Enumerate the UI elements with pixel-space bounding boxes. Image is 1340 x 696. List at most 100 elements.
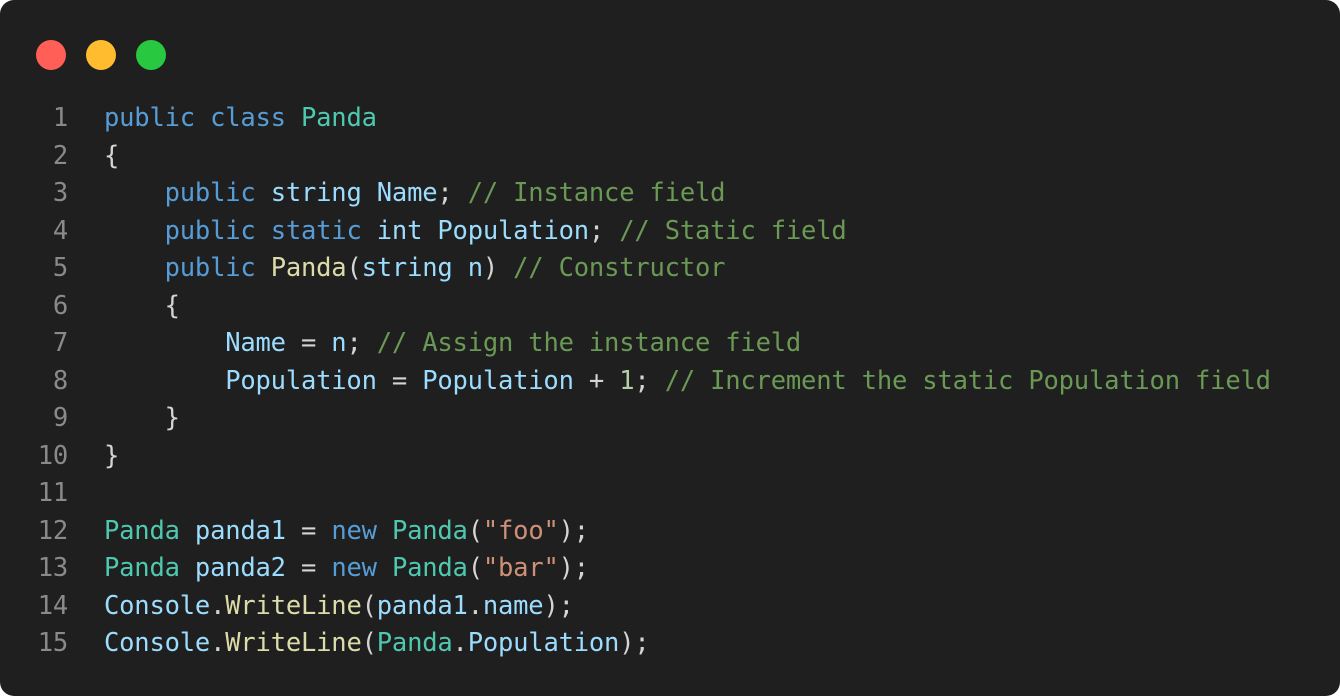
line-number: 6 bbox=[52, 290, 68, 321]
token-punctuation bbox=[362, 216, 377, 246]
token-identifier: Population bbox=[467, 628, 620, 658]
token-punctuation bbox=[195, 103, 210, 133]
line-source: } bbox=[104, 400, 180, 438]
token-punctuation bbox=[362, 178, 377, 208]
token-punctuation bbox=[104, 216, 165, 246]
token-punctuation bbox=[453, 253, 468, 283]
token-identifier: int bbox=[376, 215, 423, 246]
token-punctuation bbox=[377, 516, 392, 546]
token-keyword: public bbox=[164, 178, 256, 208]
line-source: Population = Population + 1; // Incremen… bbox=[104, 363, 1271, 401]
token-punctuation: { bbox=[104, 140, 120, 171]
token-identifier: panda2 bbox=[194, 553, 286, 583]
token-identifier: Population bbox=[422, 365, 574, 396]
line-source: } bbox=[104, 438, 119, 476]
token-identifier: Population bbox=[437, 215, 589, 246]
token-identifier: string bbox=[270, 178, 362, 208]
token-punctuation: ); bbox=[619, 628, 650, 658]
token-identifier: panda1 bbox=[376, 590, 468, 621]
line-source: Console.WriteLine(panda1.name); bbox=[104, 588, 574, 626]
token-number: 1 bbox=[619, 365, 635, 396]
token-punctuation: ); bbox=[543, 590, 574, 621]
line-number: 14 bbox=[37, 590, 69, 621]
token-punctuation: . bbox=[452, 628, 468, 658]
token-punctuation bbox=[377, 553, 392, 583]
line-number: 5 bbox=[52, 253, 68, 283]
token-comment: // Assign the instance field bbox=[376, 328, 802, 358]
token-punctuation bbox=[256, 253, 271, 283]
token-punctuation: . bbox=[210, 628, 226, 658]
maximize-button[interactable] bbox=[136, 40, 166, 70]
token-comment: // Instance field bbox=[467, 178, 726, 208]
token-identifier: string bbox=[361, 253, 453, 283]
token-type: Panda bbox=[301, 103, 377, 133]
token-punctuation: ( bbox=[361, 590, 377, 621]
token-punctuation: ) bbox=[482, 253, 514, 283]
line-source: Name = n; // Assign the instance field bbox=[104, 325, 801, 363]
token-identifier: panda1 bbox=[194, 515, 286, 546]
line-source: { bbox=[104, 288, 180, 326]
line-number: 10 bbox=[37, 440, 69, 471]
token-punctuation bbox=[104, 178, 165, 208]
token-punctuation: ( bbox=[467, 553, 483, 583]
minimize-button[interactable] bbox=[86, 40, 116, 70]
line-number: 13 bbox=[37, 553, 69, 583]
token-method: WriteLine bbox=[225, 628, 362, 658]
token-identifier: Name bbox=[376, 178, 438, 208]
token-string: "bar" bbox=[482, 553, 559, 583]
line-number: 11 bbox=[37, 478, 69, 508]
token-punctuation: + bbox=[573, 365, 620, 396]
line-number: 3 bbox=[52, 178, 68, 208]
token-punctuation: ; bbox=[437, 178, 468, 208]
line-number: 1 bbox=[52, 103, 68, 133]
token-punctuation: . bbox=[210, 590, 226, 621]
token-type: Panda bbox=[104, 553, 180, 583]
token-method: WriteLine bbox=[225, 590, 362, 621]
line-number: 4 bbox=[52, 215, 68, 246]
token-punctuation: { bbox=[104, 290, 180, 321]
token-type: Panda bbox=[376, 628, 453, 658]
token-punctuation: ; bbox=[634, 365, 665, 396]
token-punctuation: ( bbox=[361, 628, 377, 658]
token-comment: // Constructor bbox=[513, 253, 726, 283]
line-source: public static int Population; // Static … bbox=[104, 213, 847, 251]
token-punctuation bbox=[104, 366, 225, 396]
line-number: 7 bbox=[52, 328, 68, 358]
token-punctuation bbox=[286, 103, 301, 133]
token-punctuation: ; bbox=[346, 328, 377, 358]
token-punctuation: = bbox=[376, 365, 423, 396]
token-identifier: Console bbox=[104, 590, 211, 621]
line-number: 2 bbox=[52, 140, 68, 171]
token-identifier: n bbox=[331, 328, 347, 358]
close-button[interactable] bbox=[36, 40, 66, 70]
token-identifier: Population bbox=[225, 365, 377, 396]
token-punctuation bbox=[422, 216, 437, 246]
token-punctuation: } bbox=[104, 403, 180, 433]
token-keyword: static bbox=[270, 215, 362, 246]
line-source: Console.WriteLine(Panda.Population); bbox=[104, 625, 650, 663]
line-number: 15 bbox=[37, 628, 69, 658]
token-keyword: public bbox=[164, 215, 256, 246]
token-keyword: public bbox=[104, 103, 195, 133]
token-method: Panda bbox=[270, 253, 347, 283]
token-punctuation: ); bbox=[558, 515, 590, 546]
token-punctuation: = bbox=[285, 328, 332, 358]
line-number: 9 bbox=[52, 403, 68, 433]
token-type: Panda bbox=[391, 553, 468, 583]
token-punctuation bbox=[256, 178, 271, 208]
token-punctuation bbox=[104, 253, 165, 283]
line-source: Panda panda2 = new Panda("bar"); bbox=[104, 550, 589, 588]
line-source: Panda panda1 = new Panda("foo"); bbox=[104, 513, 589, 551]
token-type: Panda bbox=[391, 515, 468, 546]
token-keyword: new bbox=[331, 553, 377, 583]
token-punctuation bbox=[180, 516, 195, 546]
token-string: "foo" bbox=[482, 515, 559, 546]
token-punctuation: ); bbox=[558, 553, 590, 583]
line-source: public class Panda bbox=[104, 100, 377, 138]
token-comment: // Static field bbox=[619, 215, 847, 246]
token-punctuation bbox=[104, 328, 225, 358]
token-identifier: Console bbox=[104, 628, 211, 658]
token-punctuation: ( bbox=[467, 515, 483, 546]
token-keyword: class bbox=[210, 103, 286, 133]
token-punctuation: ( bbox=[346, 253, 362, 283]
